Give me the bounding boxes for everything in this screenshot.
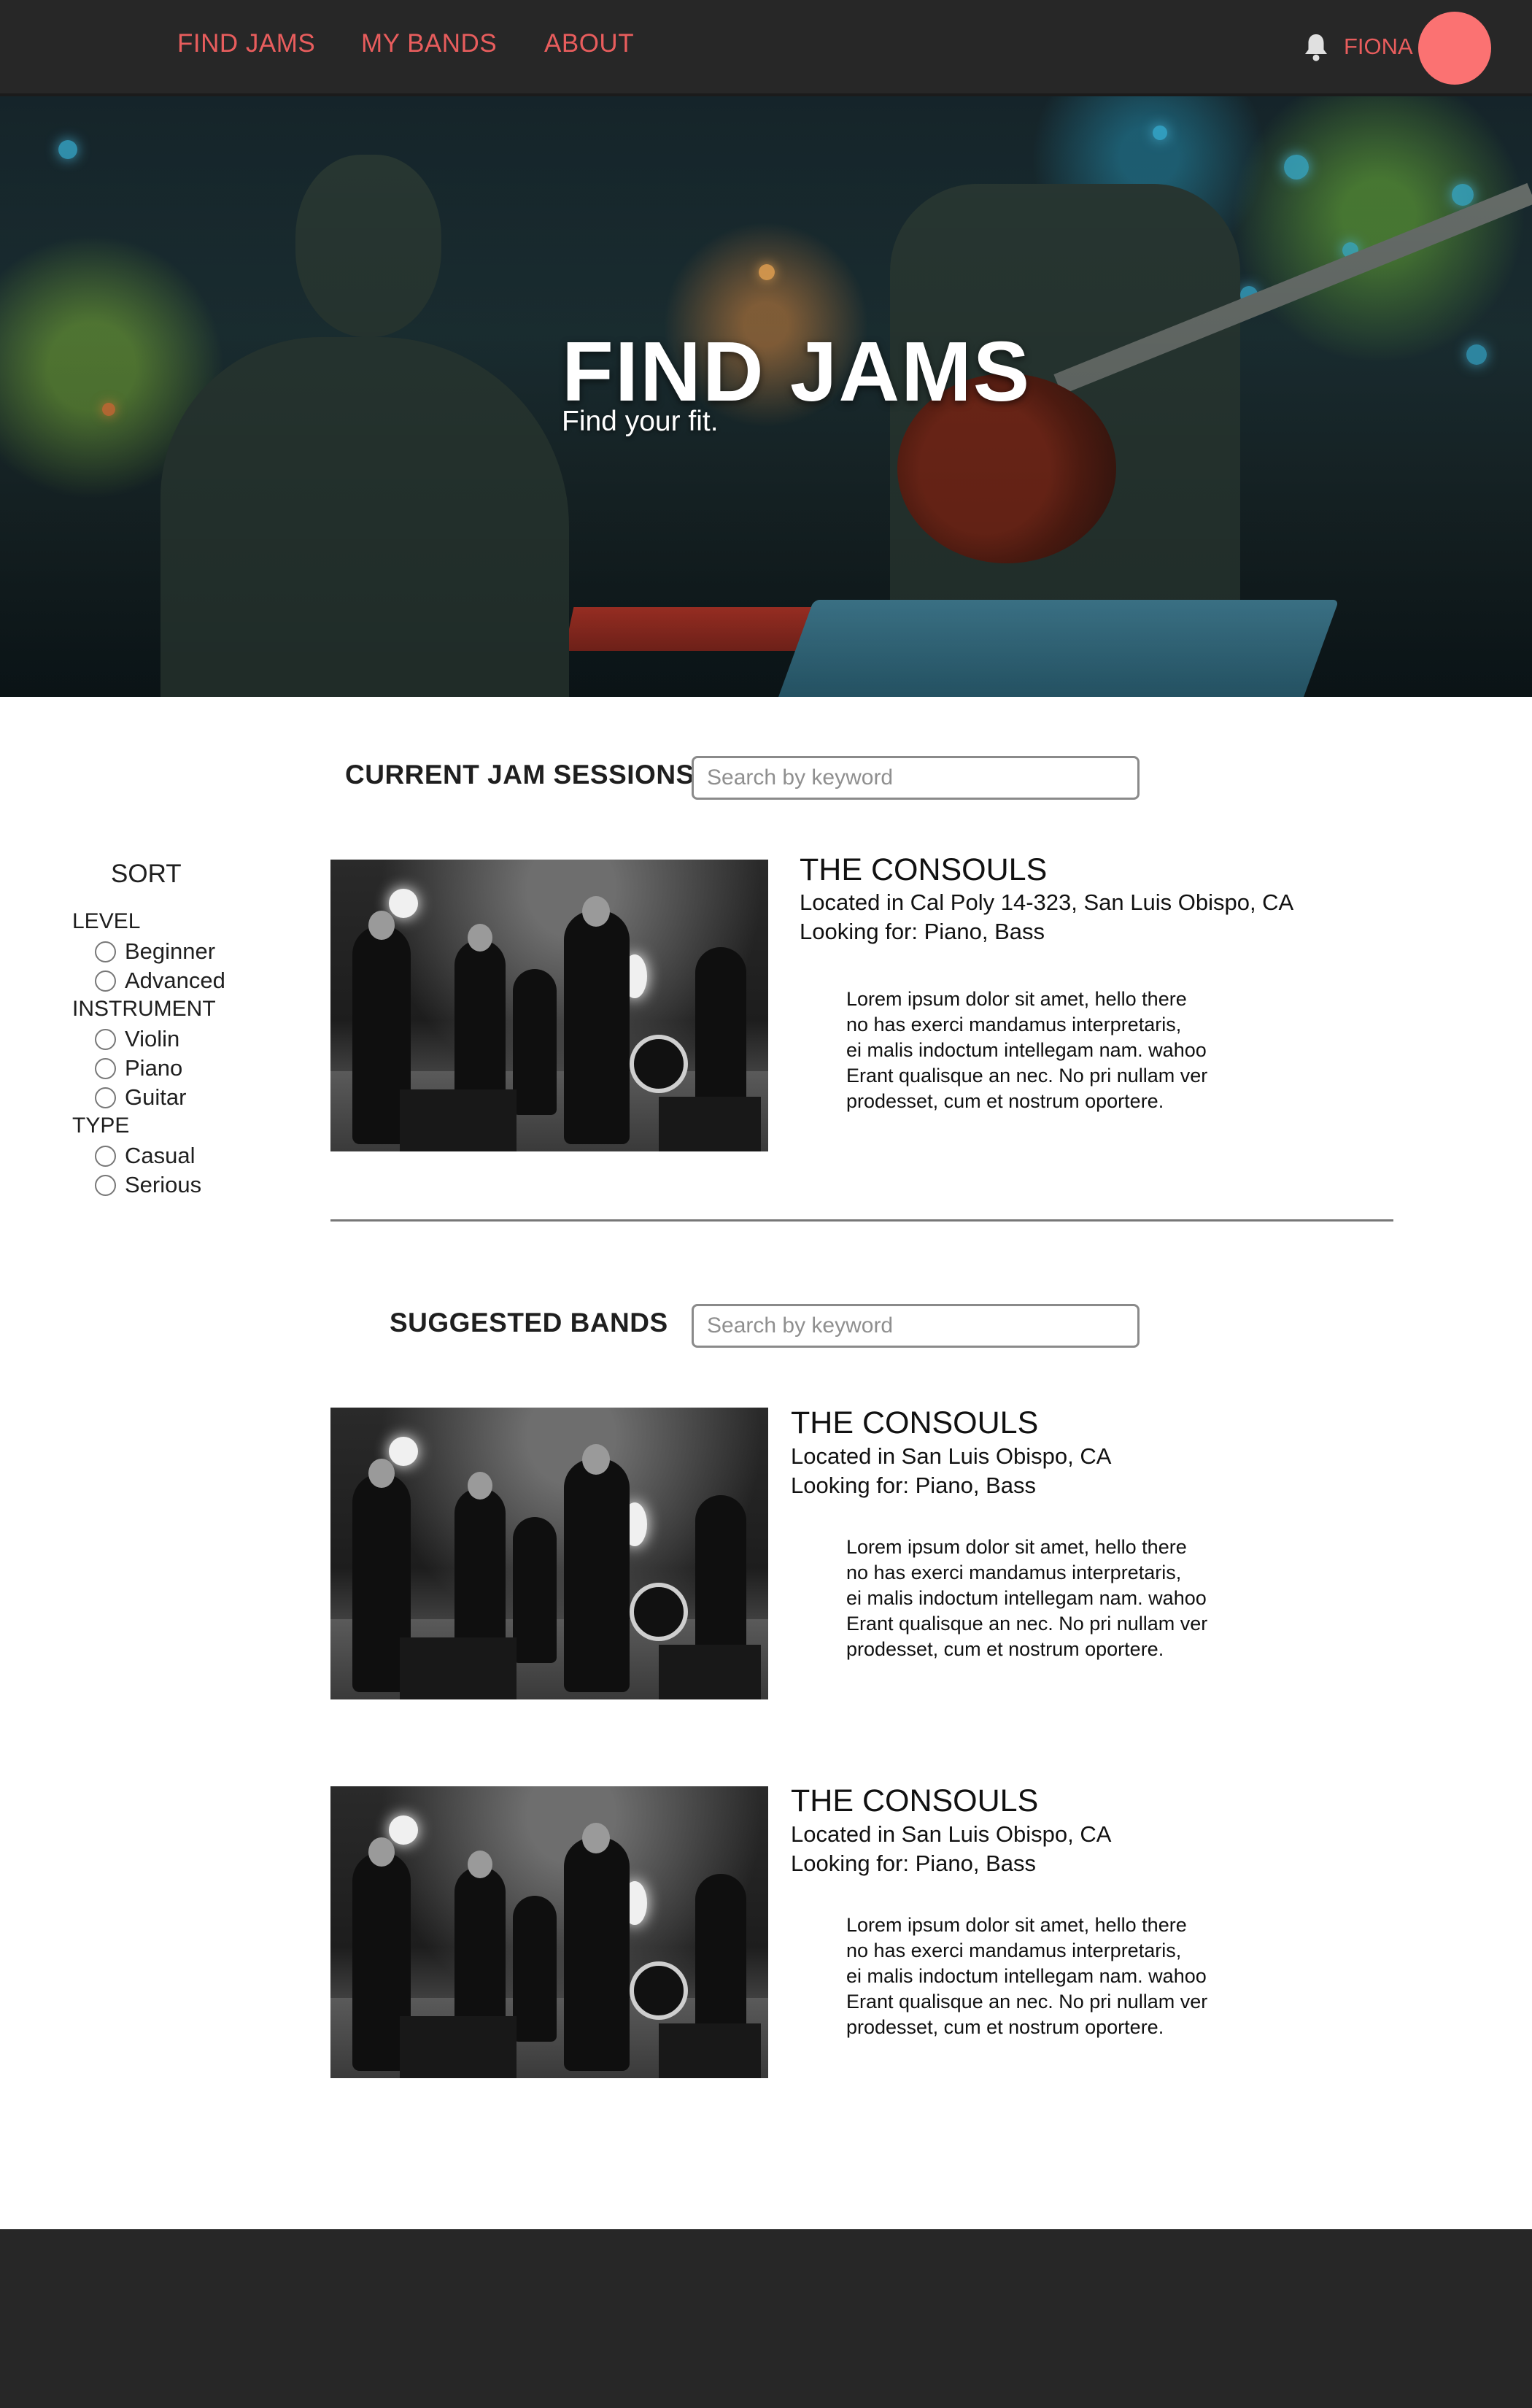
- radio-button[interactable]: [95, 1057, 116, 1079]
- nav-find-jams[interactable]: FIND JAMS: [177, 29, 315, 58]
- musician-head: [368, 911, 395, 940]
- avatar[interactable]: [1418, 12, 1491, 85]
- stage-monitor: [400, 1637, 517, 1699]
- stage-light: [389, 1815, 418, 1845]
- section-title-sessions: CURRENT JAM SESSIONS: [345, 760, 695, 790]
- hero-subtitle: Find your fit.: [562, 406, 719, 437]
- stage-monitor: [659, 1645, 761, 1699]
- stage-light: [389, 1437, 418, 1466]
- musician-head: [368, 1837, 395, 1867]
- musician-figure: [513, 969, 557, 1115]
- drum: [630, 1583, 688, 1641]
- band-description: Lorem ipsum dolor sit amet, hello there …: [846, 1914, 1208, 2038]
- filter-option-label: Serious: [125, 1172, 202, 1197]
- musician-figure: [564, 1459, 630, 1692]
- filter-option-guitar[interactable]: Guitar: [95, 1084, 186, 1111]
- stage-monitor: [400, 2016, 517, 2078]
- musician-figure: [564, 1837, 630, 2071]
- drum: [630, 1961, 688, 2020]
- stage-monitor: [659, 2023, 761, 2078]
- nav-about[interactable]: ABOUT: [544, 29, 634, 58]
- radio-button[interactable]: [95, 970, 116, 992]
- musician-head: [368, 1459, 395, 1488]
- band-photo[interactable]: [330, 1786, 768, 2078]
- filter-option-label: Guitar: [125, 1084, 187, 1110]
- stage-light: [389, 889, 418, 918]
- radio-button[interactable]: [95, 941, 116, 962]
- filter-option-label: Casual: [125, 1143, 196, 1168]
- band-looking-for: Looking for: Piano, Bass: [791, 1473, 1037, 1498]
- musician-head: [582, 1823, 610, 1853]
- filter-option-label: Piano: [125, 1055, 183, 1081]
- search-input-sessions[interactable]: [692, 756, 1140, 800]
- band-name[interactable]: THE CONSOULS: [800, 852, 1047, 888]
- band-description: Lorem ipsum dolor sit amet, hello there …: [846, 988, 1208, 1112]
- band-location: Located in San Luis Obispo, CA: [791, 1821, 1112, 1847]
- section-title-suggested: SUGGESTED BANDS: [390, 1308, 668, 1338]
- filter-option-label: Beginner: [125, 938, 216, 964]
- filter-option-serious[interactable]: Serious: [95, 1172, 201, 1198]
- radio-button[interactable]: [95, 1145, 116, 1167]
- band-photo[interactable]: [330, 860, 768, 1151]
- band-photo[interactable]: [330, 1408, 768, 1699]
- band-name[interactable]: THE CONSOULS: [791, 1783, 1038, 1819]
- drum: [630, 1035, 688, 1093]
- musician-head: [468, 924, 492, 952]
- stage-monitor: [400, 1089, 517, 1151]
- section-divider: [330, 1219, 1393, 1222]
- musician-head: [582, 1444, 610, 1475]
- radio-button[interactable]: [95, 1174, 116, 1196]
- band-description: Lorem ipsum dolor sit amet, hello there …: [846, 1536, 1208, 1660]
- band-location: Located in Cal Poly 14-323, San Luis Obi…: [800, 890, 1294, 915]
- musician-head: [468, 1472, 492, 1500]
- filter-option-beginner[interactable]: Beginner: [95, 938, 215, 965]
- radio-button[interactable]: [95, 1028, 116, 1050]
- musician-head: [468, 1851, 492, 1878]
- filter-group-instrument: INSTRUMENT: [72, 997, 216, 1021]
- sort-title: SORT: [111, 860, 182, 888]
- hero-banner: FIND JAMS Find your fit.: [0, 96, 1532, 697]
- bell-icon[interactable]: [1303, 32, 1329, 63]
- filter-option-casual[interactable]: Casual: [95, 1143, 196, 1169]
- band-looking-for: Looking for: Piano, Bass: [791, 1851, 1037, 1876]
- top-nav: FIND JAMS MY BANDS ABOUT FIONA: [0, 0, 1532, 96]
- footer: [0, 2229, 1532, 2408]
- filter-group-type: TYPE: [72, 1114, 130, 1138]
- band-name[interactable]: THE CONSOULS: [791, 1405, 1038, 1441]
- band-location: Located in San Luis Obispo, CA: [791, 1443, 1112, 1469]
- search-input-suggested[interactable]: [692, 1304, 1140, 1348]
- musician-head: [582, 896, 610, 927]
- user-name[interactable]: FIONA: [1344, 34, 1413, 60]
- nav-my-bands[interactable]: MY BANDS: [361, 29, 497, 58]
- musician-figure: [513, 1896, 557, 2042]
- radio-button[interactable]: [95, 1087, 116, 1108]
- filter-option-label: Advanced: [125, 968, 225, 993]
- filter-option-label: Violin: [125, 1026, 180, 1051]
- band-looking-for: Looking for: Piano, Bass: [800, 919, 1045, 944]
- filter-option-piano[interactable]: Piano: [95, 1055, 182, 1081]
- filter-option-advanced[interactable]: Advanced: [95, 968, 225, 994]
- filter-group-level: LEVEL: [72, 909, 141, 933]
- musician-figure: [513, 1517, 557, 1663]
- filter-option-violin[interactable]: Violin: [95, 1026, 179, 1052]
- musician-figure: [564, 911, 630, 1144]
- stage-monitor: [659, 1097, 761, 1151]
